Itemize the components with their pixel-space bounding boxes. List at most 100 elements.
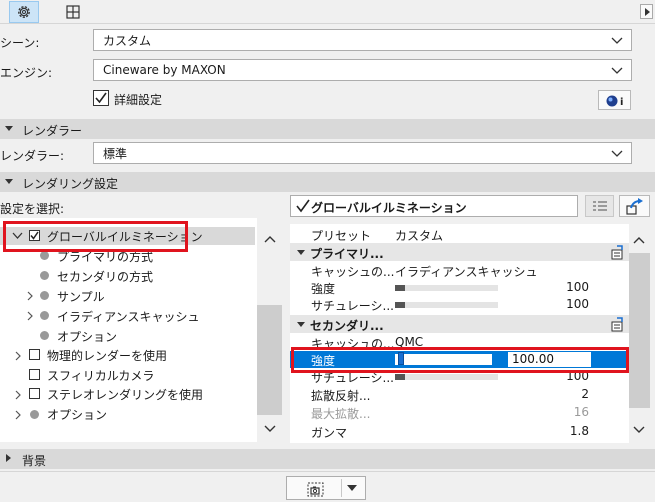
prop-row-primary-cache[interactable]: キャッシュの... イラディアンスキャッシュ — [290, 262, 629, 279]
primary-saturation-slider[interactable] — [395, 302, 498, 308]
render-button[interactable] — [286, 476, 366, 500]
prop-header-field[interactable]: グローバルイルミネーション — [290, 195, 578, 217]
tree-item-secondary[interactable]: セカンダリの方式 — [57, 266, 153, 286]
tree-item-stereo[interactable]: ステレオレンダリングを使用 — [47, 384, 203, 404]
camera-render-icon — [307, 482, 324, 497]
preset-value: カスタム — [395, 229, 444, 243]
prop-row-diffuse[interactable]: 拡散反射... 2 — [290, 386, 629, 403]
tree-item-sample[interactable]: サンプル — [57, 286, 105, 306]
engine-value: Cineware by MAXON — [103, 63, 226, 77]
chevron-down-icon — [611, 37, 623, 44]
primary-strength-slider[interactable] — [395, 285, 498, 291]
renderer-label: レンダラー: — [0, 149, 65, 163]
gamma-label: ガンマ — [311, 426, 348, 440]
diffuse-label: 拡散反射... — [311, 389, 371, 403]
stereo-render-checkbox[interactable] — [29, 388, 40, 399]
prop-row-primary-strength[interactable]: 強度 100 — [290, 279, 629, 296]
primary-cache-value: イラディアンスキャッシュ — [395, 265, 538, 279]
primary-strength-value: 100 — [566, 280, 589, 294]
prop-row-gamma[interactable]: ガンマ 1.8 — [290, 423, 629, 440]
spherical-camera-checkbox[interactable] — [29, 369, 40, 380]
renderer-section-title: レンダラー — [22, 124, 83, 138]
chevron-right-icon[interactable] — [14, 410, 22, 420]
expand-triangle-icon — [6, 454, 11, 462]
scroll-down-icon[interactable] — [264, 425, 276, 433]
engine-select[interactable]: Cineware by MAXON — [93, 59, 632, 81]
max-diffuse-label: 最大拡散... — [311, 407, 371, 421]
diffuse-value: 2 — [581, 387, 589, 401]
detail-settings-checkbox[interactable] — [93, 90, 109, 106]
rendering-settings-title: レンダリング設定 — [22, 177, 119, 191]
renderer-section-header[interactable]: レンダラー — [0, 119, 655, 139]
checkmark-icon — [95, 92, 107, 104]
primary-group-header[interactable]: プライマリ... — [290, 243, 629, 261]
chevron-right-icon[interactable] — [14, 351, 22, 361]
strength-highlight-box — [291, 347, 629, 373]
dot-icon — [40, 311, 49, 320]
background-section-title: 背景 — [22, 454, 47, 468]
settings-doc-icon[interactable] — [610, 317, 625, 332]
prop-header-label: グローバルイルミネーション — [311, 201, 467, 215]
chevron-right-icon[interactable] — [26, 291, 34, 301]
physical-render-checkbox[interactable] — [29, 349, 40, 360]
tree-scroll-thumb[interactable] — [257, 305, 282, 415]
slider-fill — [395, 302, 405, 308]
prop-row-primary-saturation[interactable]: サチュレーシ... 100 — [290, 296, 629, 313]
secondary-saturation-slider[interactable] — [395, 374, 498, 380]
rendering-settings-section-header[interactable]: レンダリング設定 — [0, 172, 655, 192]
tree-item-spherical[interactable]: スフィリカルカメラ — [47, 365, 154, 385]
max-diffuse-value: 16 — [573, 405, 589, 419]
top-toolbar — [0, 0, 655, 24]
grid-icon — [66, 5, 80, 19]
list-view-button[interactable] — [585, 195, 614, 217]
list-icon — [592, 201, 607, 211]
settings-doc-icon[interactable] — [610, 245, 625, 260]
background-section-header[interactable]: 背景 — [0, 449, 655, 469]
property-panel: プリセット カスタム プライマリ... キャッシュの... イラディアンスキャッ… — [290, 224, 629, 443]
scene-value: カスタム — [103, 33, 152, 48]
tree-item-irradiance[interactable]: イラディアンスキャッシュ — [57, 306, 199, 326]
collapse-triangle-icon — [5, 126, 13, 131]
scene-label: シーン: — [0, 36, 40, 50]
scroll-up-icon[interactable] — [264, 235, 276, 243]
dot-icon — [40, 271, 49, 280]
cineware-info-button[interactable]: i — [598, 90, 631, 110]
property-scroll-thumb[interactable] — [629, 253, 650, 408]
scene-select[interactable]: カスタム — [93, 29, 632, 51]
property-scrollbar[interactable] — [629, 224, 650, 442]
collapse-triangle-icon — [5, 179, 13, 184]
prop-row-max-diffuse: 最大拡散... 16 — [290, 404, 629, 421]
renderer-value: 標準 — [103, 146, 128, 161]
tree-item-options-gi[interactable]: オプション — [57, 326, 117, 346]
secondary-group-label: セカンダリ... — [310, 319, 384, 333]
checkmark-icon — [296, 199, 310, 213]
engine-label: エンジン: — [0, 66, 53, 80]
preset-label: プリセット — [311, 229, 372, 243]
chevron-right-icon[interactable] — [26, 311, 34, 321]
dropdown-arrow-icon[interactable] — [347, 485, 357, 491]
dot-icon — [40, 331, 49, 340]
tree-item-physical[interactable]: 物理的レンダーを使用 — [47, 345, 167, 365]
export-settings-button[interactable] — [619, 195, 650, 217]
tree-scrollbar[interactable] — [257, 218, 282, 442]
dot-icon — [30, 410, 39, 419]
cineware-logo-icon: i — [606, 95, 623, 108]
scroll-up-icon[interactable] — [633, 236, 645, 244]
secondary-group-header[interactable]: セカンダリ... — [290, 315, 629, 333]
slider-fill — [395, 374, 405, 380]
gamma-value: 1.8 — [569, 424, 589, 438]
scroll-down-icon[interactable] — [633, 426, 645, 434]
chevron-down-icon — [611, 67, 623, 74]
chevron-right-icon[interactable] — [14, 390, 22, 400]
primary-saturation-label: サチュレーシ... — [311, 299, 394, 313]
detail-settings-label: 詳細設定 — [114, 93, 163, 107]
primary-group-label: プライマリ... — [310, 247, 384, 261]
renderer-select[interactable]: 標準 — [93, 142, 632, 164]
settings-tab[interactable] — [9, 1, 39, 23]
tree-item-options[interactable]: オプション — [47, 404, 107, 424]
panel-expand-button[interactable] — [640, 4, 653, 19]
prop-row-preset[interactable]: プリセット カスタム — [290, 226, 629, 243]
grid-tab[interactable] — [58, 1, 88, 23]
gi-highlight-box — [3, 221, 188, 252]
dot-icon — [40, 251, 49, 260]
